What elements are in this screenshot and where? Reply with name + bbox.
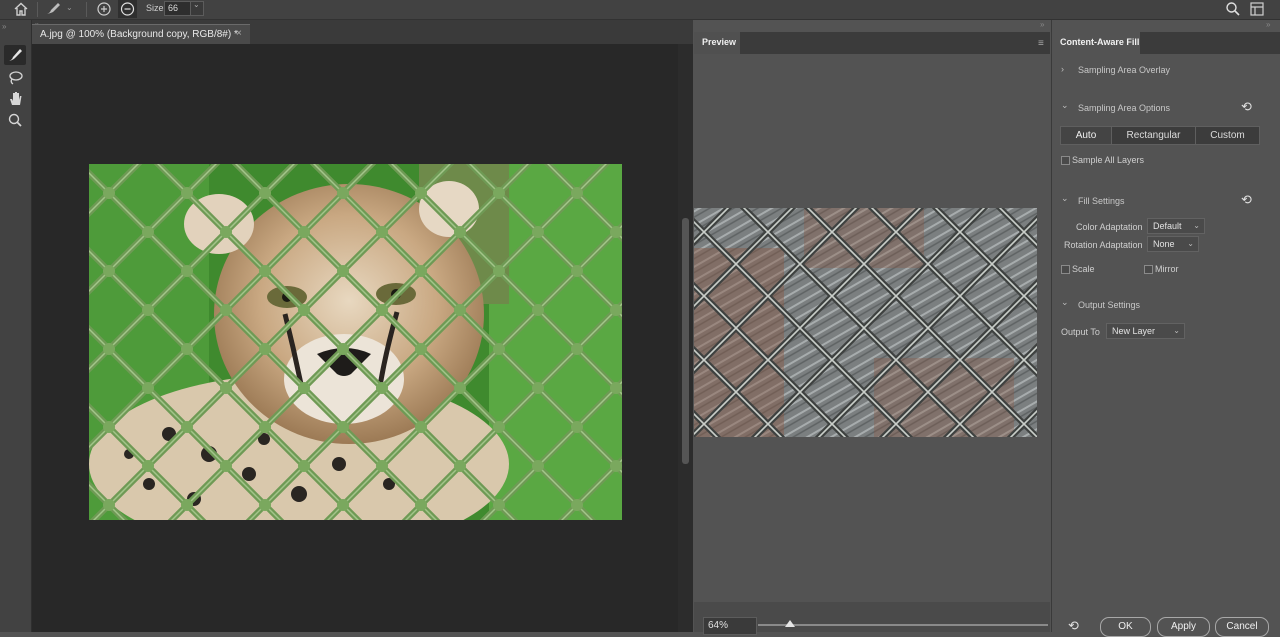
ok-button[interactable]: OK <box>1100 617 1151 637</box>
color-adaptation-dropdown[interactable]: Default ⌄ <box>1147 218 1205 234</box>
subtract-mode-icon[interactable] <box>118 0 137 18</box>
size-label: Size <box>146 3 164 13</box>
chevron-down-icon: ⌄ <box>193 0 200 9</box>
zoom-slider[interactable] <box>758 624 1048 626</box>
rotation-adaptation-dropdown[interactable]: None ⌄ <box>1147 236 1199 252</box>
document-canvas[interactable] <box>32 44 678 632</box>
panel-title: Content-Aware Fill <box>1060 37 1140 47</box>
sampling-area-overlay-section[interactable]: Sampling Area Overlay <box>1078 65 1170 75</box>
sample-all-layers-label: Sample All Layers <box>1072 155 1145 165</box>
reset-icon[interactable]: ⟲ <box>1241 192 1252 208</box>
mode-custom-button[interactable]: Custom <box>1195 126 1260 145</box>
toolbar: » <box>0 20 32 632</box>
divider <box>37 2 38 17</box>
mode-auto-button[interactable]: Auto <box>1060 126 1112 145</box>
zoom-tool-icon[interactable] <box>4 110 26 130</box>
zoom-input[interactable]: 64% <box>703 617 757 635</box>
zoom-slider-thumb[interactable] <box>784 620 795 627</box>
output-to-label: Output To <box>1061 327 1100 337</box>
chevron-down-icon: ⌄ <box>1187 239 1194 248</box>
document-title: A.jpg @ 100% (Background copy, RGB/8#) * <box>40 29 238 40</box>
chevron-right-icon[interactable]: › <box>1061 64 1064 74</box>
brush-tool-icon[interactable] <box>4 45 26 65</box>
output-settings-section[interactable]: Output Settings <box>1078 300 1140 310</box>
size-input[interactable]: 66 <box>164 1 193 16</box>
preview-header <box>694 32 1050 54</box>
output-to-dropdown[interactable]: New Layer ⌄ <box>1106 323 1185 339</box>
sample-all-layers-checkbox[interactable] <box>1061 156 1070 165</box>
chevron-down-icon[interactable]: ⌄ <box>1061 100 1069 111</box>
lasso-tool-icon[interactable] <box>4 68 26 88</box>
rotation-adaptation-label: Rotation Adaptation <box>1064 240 1143 250</box>
chevron-down-icon: ⌄ <box>1173 326 1180 335</box>
home-icon[interactable] <box>12 0 30 18</box>
collapse-arrows-icon[interactable]: » <box>1040 20 1044 29</box>
chevron-down-icon[interactable]: ⌄ <box>1061 297 1069 308</box>
tab-content-aware-fill[interactable]: Content-Aware Fill <box>1052 32 1140 54</box>
fill-settings-section[interactable]: Fill Settings <box>1078 196 1125 206</box>
document-tab[interactable]: A.jpg @ 100% (Background copy, RGB/8#) *… <box>32 24 250 45</box>
panel-menu-icon[interactable]: ≡ <box>1038 38 1044 49</box>
size-dropdown[interactable]: ⌄ <box>190 0 204 16</box>
rotation-adaptation-value: None <box>1153 239 1175 249</box>
chevron-down-icon[interactable]: ⌄ <box>1061 193 1069 204</box>
preview-image <box>694 208 1037 437</box>
chevron-down-icon[interactable]: ⌄ <box>66 3 73 12</box>
options-bar: ⌄ Size 66 ⌄ <box>0 0 1280 20</box>
collapse-arrows-icon[interactable]: » <box>2 22 6 31</box>
scrollbar-thumb[interactable] <box>682 218 689 464</box>
color-adaptation-label: Color Adaptation <box>1076 222 1143 232</box>
add-mode-icon[interactable] <box>96 1 112 17</box>
cancel-button[interactable]: Cancel <box>1215 617 1269 637</box>
scale-label: Scale <box>1072 264 1095 274</box>
cheetah-image <box>89 164 622 520</box>
brush-preset-icon[interactable] <box>44 1 62 17</box>
workspace-icon[interactable] <box>1249 1 1265 17</box>
output-to-value: New Layer <box>1112 326 1156 336</box>
color-adaptation-value: Default <box>1153 221 1182 231</box>
collapse-arrows-icon[interactable]: » <box>1266 20 1270 29</box>
close-icon[interactable]: × <box>236 28 242 39</box>
apply-button[interactable]: Apply <box>1157 617 1210 637</box>
mirror-checkbox[interactable] <box>1144 265 1153 274</box>
scale-checkbox[interactable] <box>1061 265 1070 274</box>
reset-icon[interactable]: ⟲ <box>1241 99 1252 115</box>
chevron-down-icon: ⌄ <box>1193 221 1200 230</box>
preview-tab-label: Preview <box>702 37 737 47</box>
sampling-area-options-section[interactable]: Sampling Area Options <box>1078 103 1170 113</box>
preview-canvas[interactable] <box>694 54 1050 602</box>
search-icon[interactable] <box>1224 0 1242 18</box>
mode-rectangular-button[interactable]: Rectangular <box>1111 126 1196 145</box>
mirror-label: Mirror <box>1155 264 1179 274</box>
hand-tool-icon[interactable] <box>4 89 26 109</box>
tab-preview[interactable]: Preview <box>694 32 740 54</box>
divider <box>86 2 87 17</box>
